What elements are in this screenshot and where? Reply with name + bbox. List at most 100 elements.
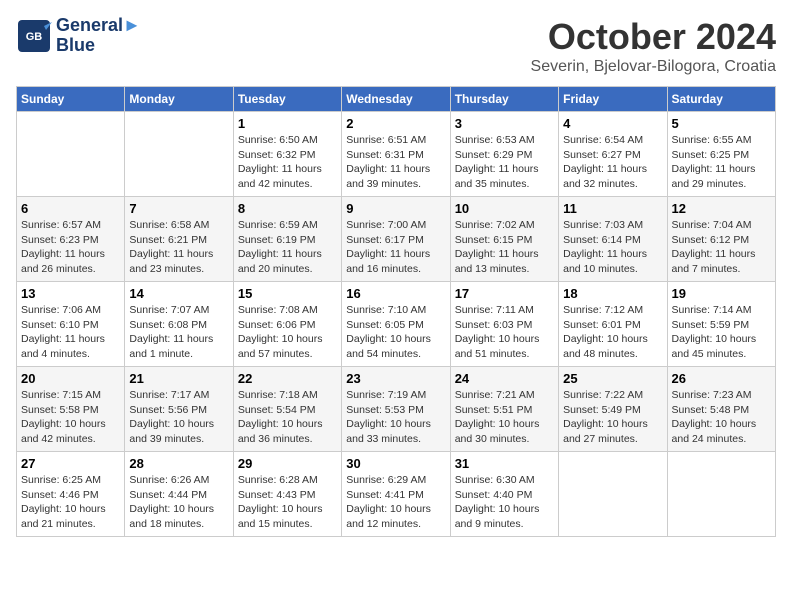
calendar-cell: 13 Sunrise: 7:06 AM Sunset: 6:10 PM Dayli… bbox=[17, 282, 125, 367]
day-info: Sunrise: 6:25 AM Sunset: 4:46 PM Dayligh… bbox=[21, 473, 120, 532]
day-info: Sunrise: 7:10 AM Sunset: 6:05 PM Dayligh… bbox=[346, 303, 445, 362]
day-info: Sunrise: 6:53 AM Sunset: 6:29 PM Dayligh… bbox=[455, 133, 554, 192]
calendar-cell: 5Sunrise: 6:55 AM Sunset: 6:25 PM Daylig… bbox=[667, 112, 775, 197]
calendar-cell: 22 Sunrise: 7:18 AM Sunset: 5:54 PM Dayli… bbox=[233, 367, 341, 452]
calendar-cell: 16Sunrise: 7:10 AM Sunset: 6:05 PM Dayli… bbox=[342, 282, 450, 367]
day-number: 13 bbox=[21, 286, 120, 301]
day-info: Sunrise: 7:21 AM Sunset: 5:51 PM Dayligh… bbox=[455, 388, 554, 447]
day-number: 7 bbox=[129, 201, 228, 216]
calendar-cell: 7 Sunrise: 6:58 AM Sunset: 6:21 PM Daylig… bbox=[125, 197, 233, 282]
calendar-cell: 19Sunrise: 7:14 AM Sunset: 5:59 PM Dayli… bbox=[667, 282, 775, 367]
calendar-cell bbox=[667, 452, 775, 537]
day-number: 29 bbox=[238, 456, 337, 471]
day-number: 31 bbox=[455, 456, 554, 471]
day-number: 17 bbox=[455, 286, 554, 301]
day-number: 27 bbox=[21, 456, 120, 471]
day-info: Sunrise: 6:54 AM Sunset: 6:27 PM Dayligh… bbox=[563, 133, 662, 192]
day-info: Sunrise: 6:26 AM Sunset: 4:44 PM Dayligh… bbox=[129, 473, 228, 532]
day-number: 21 bbox=[129, 371, 228, 386]
day-info: Sunrise: 7:23 AM Sunset: 5:48 PM Dayligh… bbox=[672, 388, 771, 447]
location: Severin, Bjelovar-Bilogora, Croatia bbox=[531, 58, 776, 76]
day-number: 18 bbox=[563, 286, 662, 301]
month-title: October 2024 bbox=[531, 16, 776, 58]
col-sunday: Sunday bbox=[17, 87, 125, 112]
logo-line1: General► bbox=[56, 16, 141, 36]
calendar-week-row-0: 1 Sunrise: 6:50 AM Sunset: 6:32 PM Daylig… bbox=[17, 112, 776, 197]
calendar-cell: 30 Sunrise: 6:29 AM Sunset: 4:41 PM Dayli… bbox=[342, 452, 450, 537]
calendar-cell: 4 Sunrise: 6:54 AM Sunset: 6:27 PM Daylig… bbox=[559, 112, 667, 197]
calendar-week-row-4: 27 Sunrise: 6:25 AM Sunset: 4:46 PM Dayli… bbox=[17, 452, 776, 537]
calendar-table: Sunday Monday Tuesday Wednesday Thursday… bbox=[16, 86, 776, 537]
calendar-cell bbox=[125, 112, 233, 197]
calendar-cell: 20 Sunrise: 7:15 AM Sunset: 5:58 PM Dayli… bbox=[17, 367, 125, 452]
day-info: Sunrise: 7:02 AM Sunset: 6:15 PM Dayligh… bbox=[455, 218, 554, 277]
col-tuesday: Tuesday bbox=[233, 87, 341, 112]
day-number: 12 bbox=[672, 201, 771, 216]
day-number: 14 bbox=[129, 286, 228, 301]
calendar-cell: 26 Sunrise: 7:23 AM Sunset: 5:48 PM Dayli… bbox=[667, 367, 775, 452]
day-number: 30 bbox=[346, 456, 445, 471]
calendar-cell: 3 Sunrise: 6:53 AM Sunset: 6:29 PM Daylig… bbox=[450, 112, 558, 197]
day-info: Sunrise: 6:29 AM Sunset: 4:41 PM Dayligh… bbox=[346, 473, 445, 532]
day-number: 1 bbox=[238, 116, 337, 131]
day-number: 26 bbox=[672, 371, 771, 386]
day-number: 24 bbox=[455, 371, 554, 386]
day-number: 3 bbox=[455, 116, 554, 131]
day-info: Sunrise: 7:04 AM Sunset: 6:12 PM Dayligh… bbox=[672, 218, 771, 277]
day-info: Sunrise: 6:30 AM Sunset: 4:40 PM Dayligh… bbox=[455, 473, 554, 532]
day-number: 23 bbox=[346, 371, 445, 386]
calendar-cell: 17 Sunrise: 7:11 AM Sunset: 6:03 PM Dayli… bbox=[450, 282, 558, 367]
day-info: Sunrise: 7:11 AM Sunset: 6:03 PM Dayligh… bbox=[455, 303, 554, 362]
page-header: GB General► Blue October 2024 Severin, B… bbox=[16, 16, 776, 76]
day-number: 9 bbox=[346, 201, 445, 216]
calendar-header-row: Sunday Monday Tuesday Wednesday Thursday… bbox=[17, 87, 776, 112]
logo-line2: Blue bbox=[56, 36, 141, 56]
day-number: 10 bbox=[455, 201, 554, 216]
calendar-cell: 15Sunrise: 7:08 AM Sunset: 6:06 PM Dayli… bbox=[233, 282, 341, 367]
day-info: Sunrise: 7:18 AM Sunset: 5:54 PM Dayligh… bbox=[238, 388, 337, 447]
day-number: 25 bbox=[563, 371, 662, 386]
day-info: Sunrise: 6:50 AM Sunset: 6:32 PM Dayligh… bbox=[238, 133, 337, 192]
logo: GB General► Blue bbox=[16, 16, 141, 56]
day-number: 20 bbox=[21, 371, 120, 386]
day-info: Sunrise: 6:51 AM Sunset: 6:31 PM Dayligh… bbox=[346, 133, 445, 192]
calendar-week-row-3: 20 Sunrise: 7:15 AM Sunset: 5:58 PM Dayli… bbox=[17, 367, 776, 452]
day-number: 22 bbox=[238, 371, 337, 386]
day-info: Sunrise: 7:12 AM Sunset: 6:01 PM Dayligh… bbox=[563, 303, 662, 362]
day-number: 8 bbox=[238, 201, 337, 216]
col-monday: Monday bbox=[125, 87, 233, 112]
calendar-week-row-1: 6Sunrise: 6:57 AM Sunset: 6:23 PM Daylig… bbox=[17, 197, 776, 282]
day-info: Sunrise: 7:03 AM Sunset: 6:14 PM Dayligh… bbox=[563, 218, 662, 277]
calendar-cell bbox=[559, 452, 667, 537]
calendar-week-row-2: 13 Sunrise: 7:06 AM Sunset: 6:10 PM Dayli… bbox=[17, 282, 776, 367]
col-saturday: Saturday bbox=[667, 87, 775, 112]
calendar-cell: 29Sunrise: 6:28 AM Sunset: 4:43 PM Dayli… bbox=[233, 452, 341, 537]
calendar-cell: 14 Sunrise: 7:07 AM Sunset: 6:08 PM Dayli… bbox=[125, 282, 233, 367]
day-info: Sunrise: 7:22 AM Sunset: 5:49 PM Dayligh… bbox=[563, 388, 662, 447]
logo-text-block: General► Blue bbox=[56, 16, 141, 56]
day-number: 19 bbox=[672, 286, 771, 301]
day-info: Sunrise: 7:19 AM Sunset: 5:53 PM Dayligh… bbox=[346, 388, 445, 447]
calendar-cell: 2 Sunrise: 6:51 AM Sunset: 6:31 PM Daylig… bbox=[342, 112, 450, 197]
day-number: 5 bbox=[672, 116, 771, 131]
day-info: Sunrise: 6:58 AM Sunset: 6:21 PM Dayligh… bbox=[129, 218, 228, 277]
calendar-cell: 10 Sunrise: 7:02 AM Sunset: 6:15 PM Dayli… bbox=[450, 197, 558, 282]
page-container: GB General► Blue October 2024 Severin, B… bbox=[0, 0, 792, 545]
day-info: Sunrise: 7:06 AM Sunset: 6:10 PM Dayligh… bbox=[21, 303, 120, 362]
day-number: 2 bbox=[346, 116, 445, 131]
calendar-cell: 23 Sunrise: 7:19 AM Sunset: 5:53 PM Dayli… bbox=[342, 367, 450, 452]
calendar-cell: 1 Sunrise: 6:50 AM Sunset: 6:32 PM Daylig… bbox=[233, 112, 341, 197]
calendar-cell: 24 Sunrise: 7:21 AM Sunset: 5:51 PM Dayli… bbox=[450, 367, 558, 452]
day-info: Sunrise: 7:07 AM Sunset: 6:08 PM Dayligh… bbox=[129, 303, 228, 362]
day-number: 11 bbox=[563, 201, 662, 216]
calendar-cell: 6Sunrise: 6:57 AM Sunset: 6:23 PM Daylig… bbox=[17, 197, 125, 282]
day-number: 4 bbox=[563, 116, 662, 131]
day-number: 6 bbox=[21, 201, 120, 216]
day-info: Sunrise: 7:08 AM Sunset: 6:06 PM Dayligh… bbox=[238, 303, 337, 362]
col-thursday: Thursday bbox=[450, 87, 558, 112]
day-info: Sunrise: 7:15 AM Sunset: 5:58 PM Dayligh… bbox=[21, 388, 120, 447]
svg-text:GB: GB bbox=[26, 31, 43, 43]
calendar-cell: 28Sunrise: 6:26 AM Sunset: 4:44 PM Dayli… bbox=[125, 452, 233, 537]
calendar-cell: 31 Sunrise: 6:30 AM Sunset: 4:40 PM Dayli… bbox=[450, 452, 558, 537]
col-friday: Friday bbox=[559, 87, 667, 112]
